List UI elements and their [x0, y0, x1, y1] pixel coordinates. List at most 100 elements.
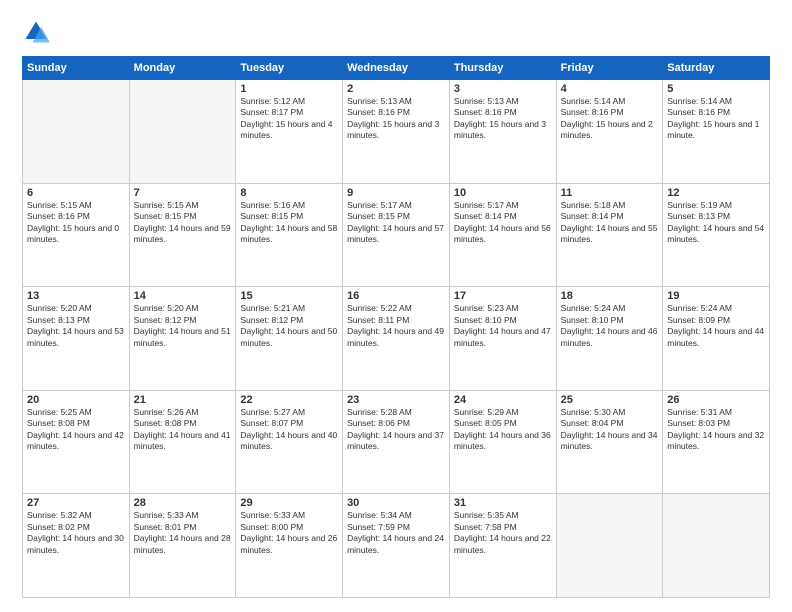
week-row-4: 20Sunrise: 5:25 AMSunset: 8:08 PMDayligh… [23, 390, 770, 494]
calendar-cell: 7Sunrise: 5:15 AMSunset: 8:15 PMDaylight… [129, 183, 236, 287]
calendar-cell: 18Sunrise: 5:24 AMSunset: 8:10 PMDayligh… [556, 287, 663, 391]
day-number: 24 [454, 394, 552, 406]
day-info: Sunrise: 5:31 AMSunset: 8:03 PMDaylight:… [667, 407, 765, 453]
day-number: 9 [347, 187, 445, 199]
day-info: Sunrise: 5:30 AMSunset: 8:04 PMDaylight:… [561, 407, 659, 453]
day-info: Sunrise: 5:17 AMSunset: 8:14 PMDaylight:… [454, 200, 552, 246]
calendar-cell: 13Sunrise: 5:20 AMSunset: 8:13 PMDayligh… [23, 287, 130, 391]
day-info: Sunrise: 5:35 AMSunset: 7:58 PMDaylight:… [454, 510, 552, 556]
day-info: Sunrise: 5:18 AMSunset: 8:14 PMDaylight:… [561, 200, 659, 246]
day-number: 8 [240, 187, 338, 199]
logo-icon [22, 18, 50, 46]
day-info: Sunrise: 5:17 AMSunset: 8:15 PMDaylight:… [347, 200, 445, 246]
day-number: 28 [134, 497, 232, 509]
page: SundayMondayTuesdayWednesdayThursdayFrid… [0, 0, 792, 612]
day-info: Sunrise: 5:16 AMSunset: 8:15 PMDaylight:… [240, 200, 338, 246]
day-number: 1 [240, 83, 338, 95]
day-number: 13 [27, 290, 125, 302]
day-info: Sunrise: 5:25 AMSunset: 8:08 PMDaylight:… [27, 407, 125, 453]
day-info: Sunrise: 5:19 AMSunset: 8:13 PMDaylight:… [667, 200, 765, 246]
calendar-cell: 17Sunrise: 5:23 AMSunset: 8:10 PMDayligh… [449, 287, 556, 391]
calendar-cell: 22Sunrise: 5:27 AMSunset: 8:07 PMDayligh… [236, 390, 343, 494]
day-number: 23 [347, 394, 445, 406]
day-info: Sunrise: 5:33 AMSunset: 8:00 PMDaylight:… [240, 510, 338, 556]
day-header-sunday: Sunday [23, 57, 130, 80]
calendar-cell: 23Sunrise: 5:28 AMSunset: 8:06 PMDayligh… [343, 390, 450, 494]
calendar-cell: 8Sunrise: 5:16 AMSunset: 8:15 PMDaylight… [236, 183, 343, 287]
day-info: Sunrise: 5:26 AMSunset: 8:08 PMDaylight:… [134, 407, 232, 453]
calendar-cell: 2Sunrise: 5:13 AMSunset: 8:16 PMDaylight… [343, 80, 450, 184]
day-info: Sunrise: 5:24 AMSunset: 8:10 PMDaylight:… [561, 303, 659, 349]
day-info: Sunrise: 5:28 AMSunset: 8:06 PMDaylight:… [347, 407, 445, 453]
day-info: Sunrise: 5:15 AMSunset: 8:16 PMDaylight:… [27, 200, 125, 246]
day-header-wednesday: Wednesday [343, 57, 450, 80]
day-info: Sunrise: 5:20 AMSunset: 8:13 PMDaylight:… [27, 303, 125, 349]
header [22, 18, 770, 46]
calendar-cell [556, 494, 663, 598]
day-info: Sunrise: 5:13 AMSunset: 8:16 PMDaylight:… [347, 96, 445, 142]
day-info: Sunrise: 5:21 AMSunset: 8:12 PMDaylight:… [240, 303, 338, 349]
day-info: Sunrise: 5:20 AMSunset: 8:12 PMDaylight:… [134, 303, 232, 349]
day-number: 22 [240, 394, 338, 406]
day-number: 3 [454, 83, 552, 95]
day-info: Sunrise: 5:34 AMSunset: 7:59 PMDaylight:… [347, 510, 445, 556]
day-number: 15 [240, 290, 338, 302]
day-header-tuesday: Tuesday [236, 57, 343, 80]
day-info: Sunrise: 5:13 AMSunset: 8:16 PMDaylight:… [454, 96, 552, 142]
day-number: 31 [454, 497, 552, 509]
calendar-cell: 15Sunrise: 5:21 AMSunset: 8:12 PMDayligh… [236, 287, 343, 391]
calendar-cell: 19Sunrise: 5:24 AMSunset: 8:09 PMDayligh… [663, 287, 770, 391]
day-info: Sunrise: 5:27 AMSunset: 8:07 PMDaylight:… [240, 407, 338, 453]
day-number: 7 [134, 187, 232, 199]
calendar-cell: 26Sunrise: 5:31 AMSunset: 8:03 PMDayligh… [663, 390, 770, 494]
calendar-cell [129, 80, 236, 184]
calendar-cell: 30Sunrise: 5:34 AMSunset: 7:59 PMDayligh… [343, 494, 450, 598]
week-row-1: 1Sunrise: 5:12 AMSunset: 8:17 PMDaylight… [23, 80, 770, 184]
day-number: 10 [454, 187, 552, 199]
day-number: 14 [134, 290, 232, 302]
day-number: 27 [27, 497, 125, 509]
calendar-header-row: SundayMondayTuesdayWednesdayThursdayFrid… [23, 57, 770, 80]
day-header-thursday: Thursday [449, 57, 556, 80]
logo [22, 18, 54, 46]
calendar-cell: 6Sunrise: 5:15 AMSunset: 8:16 PMDaylight… [23, 183, 130, 287]
day-info: Sunrise: 5:33 AMSunset: 8:01 PMDaylight:… [134, 510, 232, 556]
day-number: 12 [667, 187, 765, 199]
calendar-cell: 4Sunrise: 5:14 AMSunset: 8:16 PMDaylight… [556, 80, 663, 184]
day-number: 20 [27, 394, 125, 406]
day-number: 21 [134, 394, 232, 406]
calendar-cell: 1Sunrise: 5:12 AMSunset: 8:17 PMDaylight… [236, 80, 343, 184]
calendar-table: SundayMondayTuesdayWednesdayThursdayFrid… [22, 56, 770, 598]
week-row-2: 6Sunrise: 5:15 AMSunset: 8:16 PMDaylight… [23, 183, 770, 287]
day-number: 4 [561, 83, 659, 95]
day-header-monday: Monday [129, 57, 236, 80]
calendar-cell: 10Sunrise: 5:17 AMSunset: 8:14 PMDayligh… [449, 183, 556, 287]
day-header-friday: Friday [556, 57, 663, 80]
calendar-cell: 12Sunrise: 5:19 AMSunset: 8:13 PMDayligh… [663, 183, 770, 287]
day-number: 26 [667, 394, 765, 406]
day-info: Sunrise: 5:24 AMSunset: 8:09 PMDaylight:… [667, 303, 765, 349]
calendar-cell: 14Sunrise: 5:20 AMSunset: 8:12 PMDayligh… [129, 287, 236, 391]
calendar-cell: 20Sunrise: 5:25 AMSunset: 8:08 PMDayligh… [23, 390, 130, 494]
day-number: 19 [667, 290, 765, 302]
day-number: 17 [454, 290, 552, 302]
day-info: Sunrise: 5:14 AMSunset: 8:16 PMDaylight:… [561, 96, 659, 142]
day-info: Sunrise: 5:15 AMSunset: 8:15 PMDaylight:… [134, 200, 232, 246]
calendar-cell [663, 494, 770, 598]
day-header-saturday: Saturday [663, 57, 770, 80]
day-number: 29 [240, 497, 338, 509]
day-info: Sunrise: 5:22 AMSunset: 8:11 PMDaylight:… [347, 303, 445, 349]
calendar-cell [23, 80, 130, 184]
day-number: 16 [347, 290, 445, 302]
calendar-cell: 5Sunrise: 5:14 AMSunset: 8:16 PMDaylight… [663, 80, 770, 184]
calendar-cell: 11Sunrise: 5:18 AMSunset: 8:14 PMDayligh… [556, 183, 663, 287]
day-number: 18 [561, 290, 659, 302]
calendar-cell: 28Sunrise: 5:33 AMSunset: 8:01 PMDayligh… [129, 494, 236, 598]
day-info: Sunrise: 5:29 AMSunset: 8:05 PMDaylight:… [454, 407, 552, 453]
day-number: 11 [561, 187, 659, 199]
day-info: Sunrise: 5:32 AMSunset: 8:02 PMDaylight:… [27, 510, 125, 556]
day-info: Sunrise: 5:14 AMSunset: 8:16 PMDaylight:… [667, 96, 765, 142]
calendar-cell: 21Sunrise: 5:26 AMSunset: 8:08 PMDayligh… [129, 390, 236, 494]
week-row-3: 13Sunrise: 5:20 AMSunset: 8:13 PMDayligh… [23, 287, 770, 391]
calendar-cell: 3Sunrise: 5:13 AMSunset: 8:16 PMDaylight… [449, 80, 556, 184]
